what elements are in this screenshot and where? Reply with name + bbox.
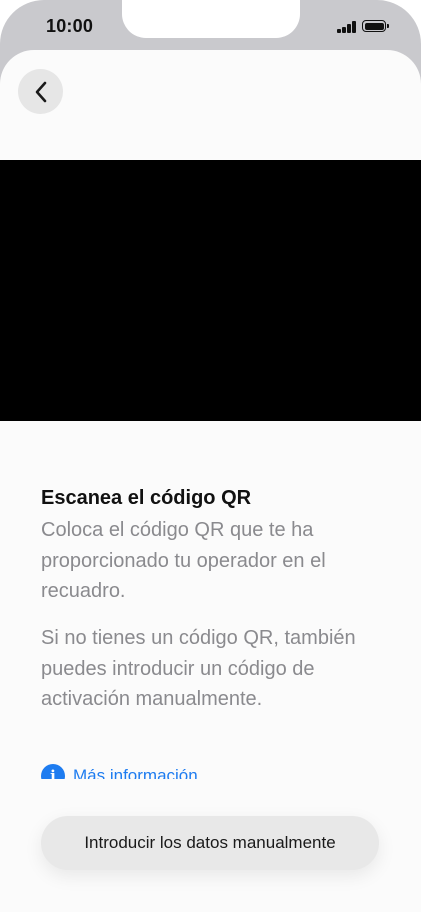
battery-icon [362, 20, 389, 32]
more-info-link[interactable]: i Más información [41, 762, 198, 779]
instructions-text: Coloca el código QR que te ha proporcion… [41, 519, 326, 602]
back-button[interactable] [18, 69, 63, 114]
manual-entry-button[interactable]: Introducir los datos manualmente [41, 816, 379, 870]
camera-viewfinder [0, 160, 421, 421]
alternative-text: Si no tienes un código QR, también puede… [41, 627, 356, 710]
status-time: 10:00 [46, 16, 94, 36]
phone-screen: 10:00 Escanea el código QR Coloca el cód… [0, 0, 421, 912]
page-title: Escanea el código QR [41, 487, 252, 509]
device-notch [122, 0, 300, 38]
more-info-label: Más información [73, 766, 198, 779]
info-icon: i [41, 764, 65, 779]
cellular-signal-icon [337, 21, 357, 33]
chevron-left-icon [35, 81, 46, 102]
